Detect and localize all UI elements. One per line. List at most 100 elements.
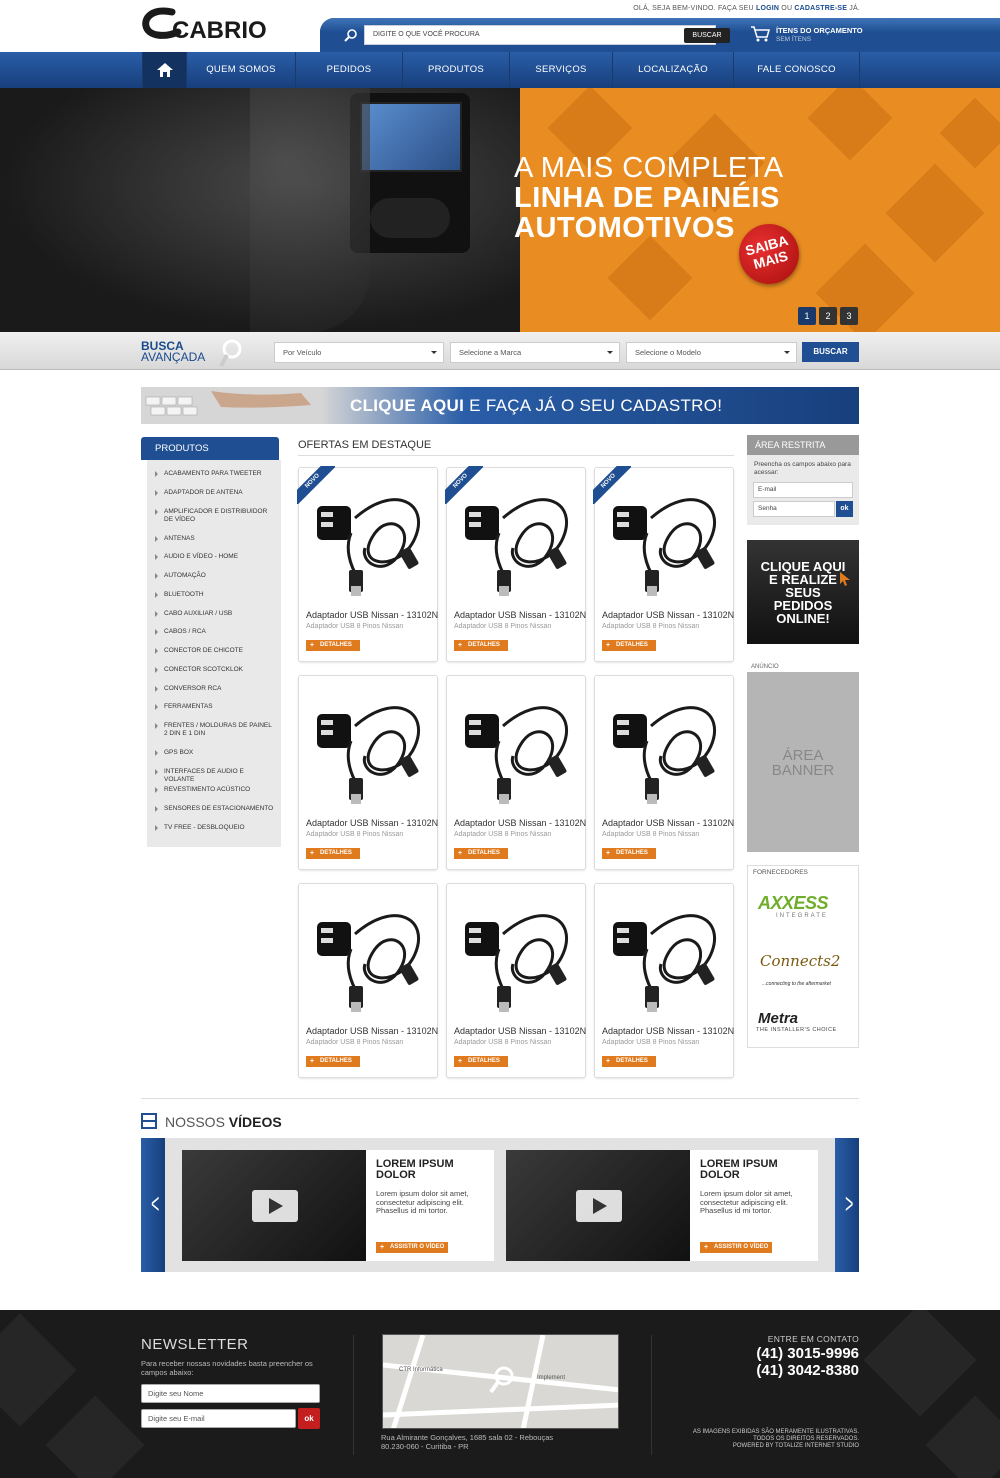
nav-home[interactable] — [142, 52, 186, 88]
slider-dot-2[interactable]: 2 — [819, 307, 837, 325]
carousel-next-button[interactable]: > — [835, 1138, 859, 1272]
phone-1[interactable]: (41) 3015-9996 — [756, 1345, 859, 1362]
sidebar-item[interactable]: BLUETOOTH — [155, 591, 275, 599]
sidebar-item[interactable]: SENSORES DE ESTACIONAMENTO — [155, 805, 275, 813]
login-email-input[interactable]: E-mail — [753, 482, 853, 498]
details-button[interactable]: DETALHES — [306, 1056, 360, 1067]
newsletter-ok-button[interactable]: ok — [298, 1408, 320, 1429]
nav-servicos[interactable]: SERVIÇOS — [509, 52, 612, 88]
sidebar-item[interactable]: AMPLIFICADOR E DISTRIBUIDOR DE VÍDEO — [155, 508, 275, 524]
nav-fale-conosco[interactable]: FALE CONOSCO — [733, 52, 860, 88]
sidebar-item[interactable]: TV FREE - DESBLOQUEIO — [155, 824, 275, 832]
nav-produtos[interactable]: PRODUTOS — [402, 52, 509, 88]
cadastro-text[interactable]: CLIQUE AQUI E FAÇA JÁ O SEU CADASTRO! — [350, 396, 722, 416]
newsletter-email-input[interactable]: Digite seu E-mail — [141, 1409, 296, 1428]
carousel-prev-button[interactable]: < — [141, 1138, 165, 1272]
sidebar-item[interactable]: ANTENAS — [155, 535, 275, 543]
details-button[interactable]: DETALHES — [454, 640, 508, 651]
product-card[interactable]: Adaptador USB Nissan - 13102N Adaptador U… — [446, 675, 586, 870]
nav-localizacao[interactable]: LOCALIZAÇÃO — [612, 52, 733, 88]
nav-quem-somos[interactable]: QUEM SOMOS — [186, 52, 295, 88]
product-subtitle: Adaptador USB 8 Pinos Nissan — [454, 831, 552, 838]
details-button[interactable]: DETALHES — [306, 640, 360, 651]
product-name[interactable]: Adaptador USB Nissan - 13102N — [306, 1026, 438, 1036]
product-name[interactable]: Adaptador USB Nissan - 13102N — [602, 818, 734, 828]
details-button[interactable]: DETALHES — [454, 848, 508, 859]
product-image[interactable] — [601, 894, 727, 1014]
cart-title[interactable]: ÍTENS DO ORÇAMENTO — [776, 26, 863, 35]
product-image[interactable] — [305, 478, 431, 598]
sidebar-item[interactable]: REVESTIMENTO ACÚSTICO — [155, 786, 275, 794]
hero-slider[interactable]: A MAIS COMPLETA LINHA DE PAINÉIS AUTOMOT… — [0, 88, 1000, 332]
login-link[interactable]: LOGIN — [756, 5, 779, 12]
product-card[interactable]: Adaptador USB Nissan - 13102N Adaptador U… — [594, 883, 734, 1078]
search-icon[interactable] — [344, 28, 358, 42]
location-map[interactable]: CTR Informática Implement — [382, 1334, 619, 1429]
product-card[interactable]: Adaptador USB Nissan - 13102N Adaptador U… — [594, 675, 734, 870]
watch-video-button[interactable]: ASSISTIR O VÍDEO — [700, 1242, 772, 1253]
details-button[interactable]: DETALHES — [306, 848, 360, 859]
product-card[interactable]: NOVO Adaptador USB Nissan - 13102N Adaptad… — [297, 466, 438, 662]
product-image[interactable] — [305, 686, 431, 806]
newsletter-name-input[interactable]: Digite seu Nome — [141, 1384, 320, 1403]
welcome-prefix: OLÁ, SEJA BEM-VINDO. FAÇA SEU — [633, 5, 754, 12]
advanced-search-button[interactable]: BUSCAR — [802, 342, 859, 362]
sidebar-item[interactable]: CABO AUXILIAR / USB — [155, 610, 275, 618]
product-image[interactable] — [453, 686, 579, 806]
product-image[interactable] — [453, 478, 579, 598]
axxess-logo[interactable]: AXXESS — [758, 893, 829, 914]
product-name[interactable]: Adaptador USB Nissan - 13102N — [454, 1026, 586, 1036]
product-name[interactable]: Adaptador USB Nissan - 13102N — [602, 1026, 734, 1036]
product-card[interactable]: Adaptador USB Nissan - 13102N Adaptador U… — [298, 883, 438, 1078]
product-name[interactable]: Adaptador USB Nissan - 13102N — [306, 818, 438, 828]
login-password-input[interactable]: Senha — [753, 501, 835, 517]
metra-logo[interactable]: Metra — [758, 1010, 798, 1027]
play-icon[interactable] — [576, 1190, 622, 1222]
product-image[interactable] — [601, 686, 727, 806]
product-card[interactable]: NOVO Adaptador USB Nissan - 13102N Adaptad… — [445, 466, 586, 662]
sidebar-item[interactable]: CONECTOR SCOTCKLOK — [155, 666, 275, 674]
details-button[interactable]: DETALHES — [454, 1056, 508, 1067]
vehicle-select[interactable]: Por Veículo — [274, 342, 444, 363]
search-input[interactable]: DIGITE O QUE VOCÊ PROCURA — [364, 25, 716, 45]
sidebar-item[interactable]: CONVERSOR RCA — [155, 685, 275, 693]
brand-select[interactable]: Selecione a Marca — [450, 342, 620, 363]
product-card[interactable]: Adaptador USB Nissan - 13102N Adaptador U… — [446, 883, 586, 1078]
sidebar-item[interactable]: CONECTOR DE CHICOTE — [155, 647, 275, 655]
connects2-logo[interactable]: Connects2 — [760, 952, 840, 970]
product-card[interactable]: Adaptador USB Nissan - 13102N Adaptador U… — [298, 675, 438, 870]
play-icon[interactable] — [252, 1190, 298, 1222]
nav-pedidos[interactable]: PEDIDOS — [295, 52, 402, 88]
sidebar-item[interactable]: ACABAMENTO PARA TWEETER — [155, 470, 275, 478]
product-name[interactable]: Adaptador USB Nissan - 13102N — [454, 610, 586, 620]
details-button[interactable]: DETALHES — [602, 640, 656, 651]
product-image[interactable] — [601, 478, 727, 598]
product-card[interactable]: NOVO Adaptador USB Nissan - 13102N Adaptad… — [593, 466, 734, 662]
cabrio-logo[interactable]: CABRIO — [142, 4, 282, 44]
cart-icon[interactable] — [750, 25, 770, 43]
watch-video-button[interactable]: ASSISTIR O VÍDEO — [376, 1242, 448, 1253]
sidebar-item[interactable]: GPS BOX — [155, 749, 275, 757]
product-name[interactable]: Adaptador USB Nissan - 13102N — [602, 610, 734, 620]
sidebar-item[interactable]: ADAPTADOR DE ANTENA — [155, 489, 275, 497]
sidebar-item[interactable]: CABOS / RCA — [155, 628, 275, 636]
search-button[interactable]: BUSCAR — [684, 28, 730, 43]
details-button[interactable]: DETALHES — [602, 1056, 656, 1067]
slider-dot-3[interactable]: 3 — [840, 307, 858, 325]
details-button[interactable]: DETALHES — [602, 848, 656, 859]
phone-2[interactable]: (41) 3042-8380 — [756, 1362, 859, 1379]
signup-link[interactable]: CADASTRE-SE — [794, 5, 847, 12]
product-image[interactable] — [453, 894, 579, 1014]
slider-dot-1[interactable]: 1 — [798, 307, 816, 325]
sidebar-item[interactable]: AUTOMAÇÃO — [155, 572, 275, 580]
sidebar-item[interactable]: AUDIO E VÍDEO - HOME — [155, 553, 275, 561]
hero-line-1: A MAIS COMPLETA — [514, 152, 784, 184]
sidebar-item[interactable]: FRENTES / MOLDURAS DE PAINEL 2 DIN E 1 D… — [155, 722, 275, 738]
sidebar-item[interactable]: INTERFACES DE AUDIO E VOLANTE — [155, 768, 275, 784]
product-image[interactable] — [305, 894, 431, 1014]
model-select[interactable]: Selecione o Modelo — [626, 342, 797, 363]
product-name[interactable]: Adaptador USB Nissan - 13102N — [306, 610, 438, 620]
login-ok-button[interactable]: ok — [836, 501, 853, 517]
sidebar-item[interactable]: FERRAMENTAS — [155, 703, 275, 711]
product-name[interactable]: Adaptador USB Nissan - 13102N — [454, 818, 586, 828]
